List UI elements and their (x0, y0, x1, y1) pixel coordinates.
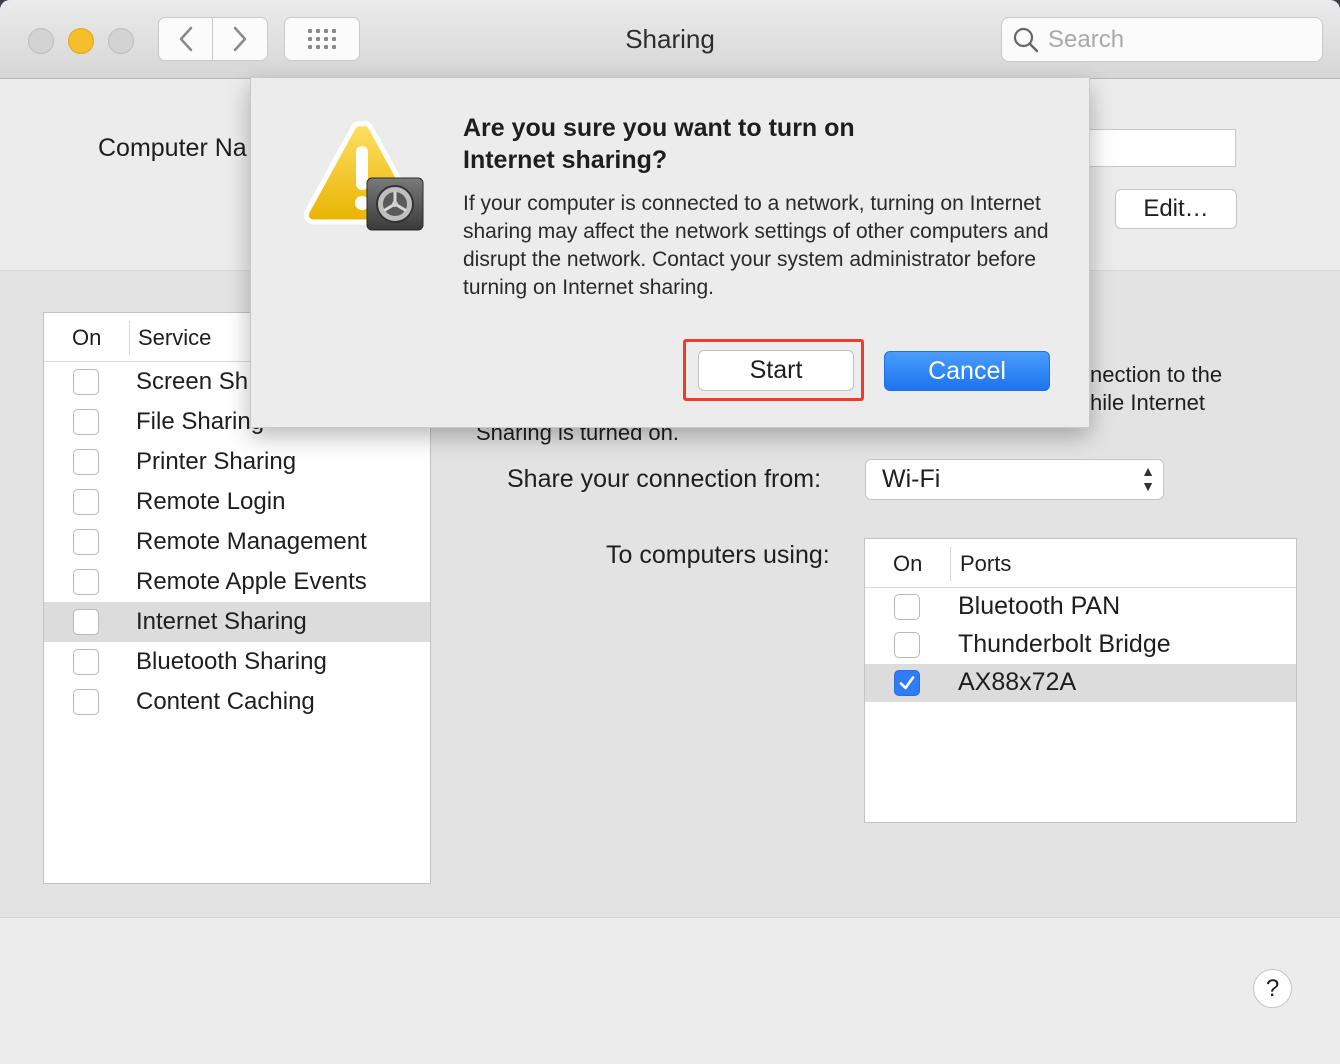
title-bar: Sharing Search (0, 0, 1340, 79)
sharing-window: Sharing Search Computer Na Edit… On Serv… (0, 0, 1340, 1064)
column-header-on[interactable]: On (72, 325, 101, 351)
column-header-ports[interactable]: Ports (960, 551, 1011, 577)
column-divider (950, 547, 951, 581)
service-row-printer-sharing[interactable]: Printer Sharing (44, 442, 430, 482)
service-checkbox[interactable] (73, 449, 99, 475)
service-row-content-caching[interactable]: Content Caching (44, 682, 430, 722)
service-checkbox[interactable] (73, 689, 99, 715)
to-computers-label: To computers using: (606, 541, 830, 569)
dialog-title-line1: Are you sure you want to turn on (463, 114, 855, 142)
service-label: Screen Sh (136, 368, 249, 395)
service-label: Content Caching (136, 688, 315, 715)
service-checkbox[interactable] (73, 569, 99, 595)
column-header-on[interactable]: On (893, 551, 922, 577)
dialog-message: If your computer is connected to a netwo… (463, 192, 1049, 299)
service-checkbox[interactable] (73, 529, 99, 555)
service-checkbox[interactable] (73, 649, 99, 675)
port-label: Bluetooth PAN (958, 592, 1121, 620)
description-text-line2: hile Internet (1090, 390, 1205, 415)
service-row-remote-login[interactable]: Remote Login (44, 482, 430, 522)
column-header-service[interactable]: Service (138, 325, 211, 351)
service-label: Remote Management (136, 528, 367, 555)
warning-icon (303, 120, 424, 231)
service-checkbox[interactable] (73, 489, 99, 515)
ports-table: On Ports Bluetooth PAN Thunderbolt Bridg… (864, 538, 1297, 823)
ports-table-header: On Ports (865, 539, 1296, 588)
service-row-internet-sharing[interactable]: Internet Sharing (44, 602, 430, 642)
service-label: Remote Login (136, 488, 286, 515)
service-checkbox[interactable] (73, 409, 99, 435)
port-checkbox[interactable] (894, 632, 920, 658)
cancel-button[interactable]: Cancel (884, 351, 1050, 391)
search-field[interactable]: Search (1001, 17, 1323, 62)
port-row-bluetooth-pan[interactable]: Bluetooth PAN (865, 588, 1296, 626)
computer-name-label: Computer Na (98, 134, 247, 162)
dialog-title-line2: Internet sharing? (463, 146, 668, 174)
port-row-ax88x72a[interactable]: AX88x72A (865, 664, 1296, 702)
port-label: AX88x72A (958, 668, 1077, 696)
dialog-title: Are you sure you want to turn on Interne… (463, 112, 1023, 176)
service-label: Internet Sharing (136, 608, 307, 635)
search-placeholder: Search (1048, 25, 1125, 53)
column-divider (129, 321, 130, 355)
service-checkbox[interactable] (73, 369, 99, 395)
port-checkbox-checked[interactable] (894, 670, 920, 696)
share-from-label: Share your connection from: (507, 465, 822, 493)
updown-arrows-icon: ▲ ▼ (1141, 463, 1155, 494)
port-row-thunderbolt-bridge[interactable]: Thunderbolt Bridge (865, 626, 1296, 664)
alert-dialog: Are you sure you want to turn on Interne… (250, 78, 1090, 428)
service-row-remote-apple-events[interactable]: Remote Apple Events (44, 562, 430, 602)
service-label: File Sharing (136, 408, 265, 435)
share-from-popup[interactable]: Wi-Fi ▲ ▼ (865, 459, 1164, 500)
service-label: Printer Sharing (136, 448, 297, 475)
search-icon (1013, 27, 1039, 52)
help-button[interactable]: ? (1253, 969, 1292, 1008)
service-label: Bluetooth Sharing (136, 648, 327, 675)
port-label: Thunderbolt Bridge (958, 630, 1171, 658)
checkmark-icon (899, 676, 915, 690)
service-checkbox[interactable] (73, 609, 99, 635)
service-label: Remote Apple Events (136, 568, 367, 595)
service-row-remote-management[interactable]: Remote Management (44, 522, 430, 562)
edit-button[interactable]: Edit… (1115, 189, 1237, 229)
port-checkbox[interactable] (894, 594, 920, 620)
start-button[interactable]: Start (698, 350, 854, 391)
share-from-value: Wi-Fi (882, 465, 941, 493)
description-text-line1: nection to the (1090, 362, 1223, 387)
service-row-bluetooth-sharing[interactable]: Bluetooth Sharing (44, 642, 430, 682)
